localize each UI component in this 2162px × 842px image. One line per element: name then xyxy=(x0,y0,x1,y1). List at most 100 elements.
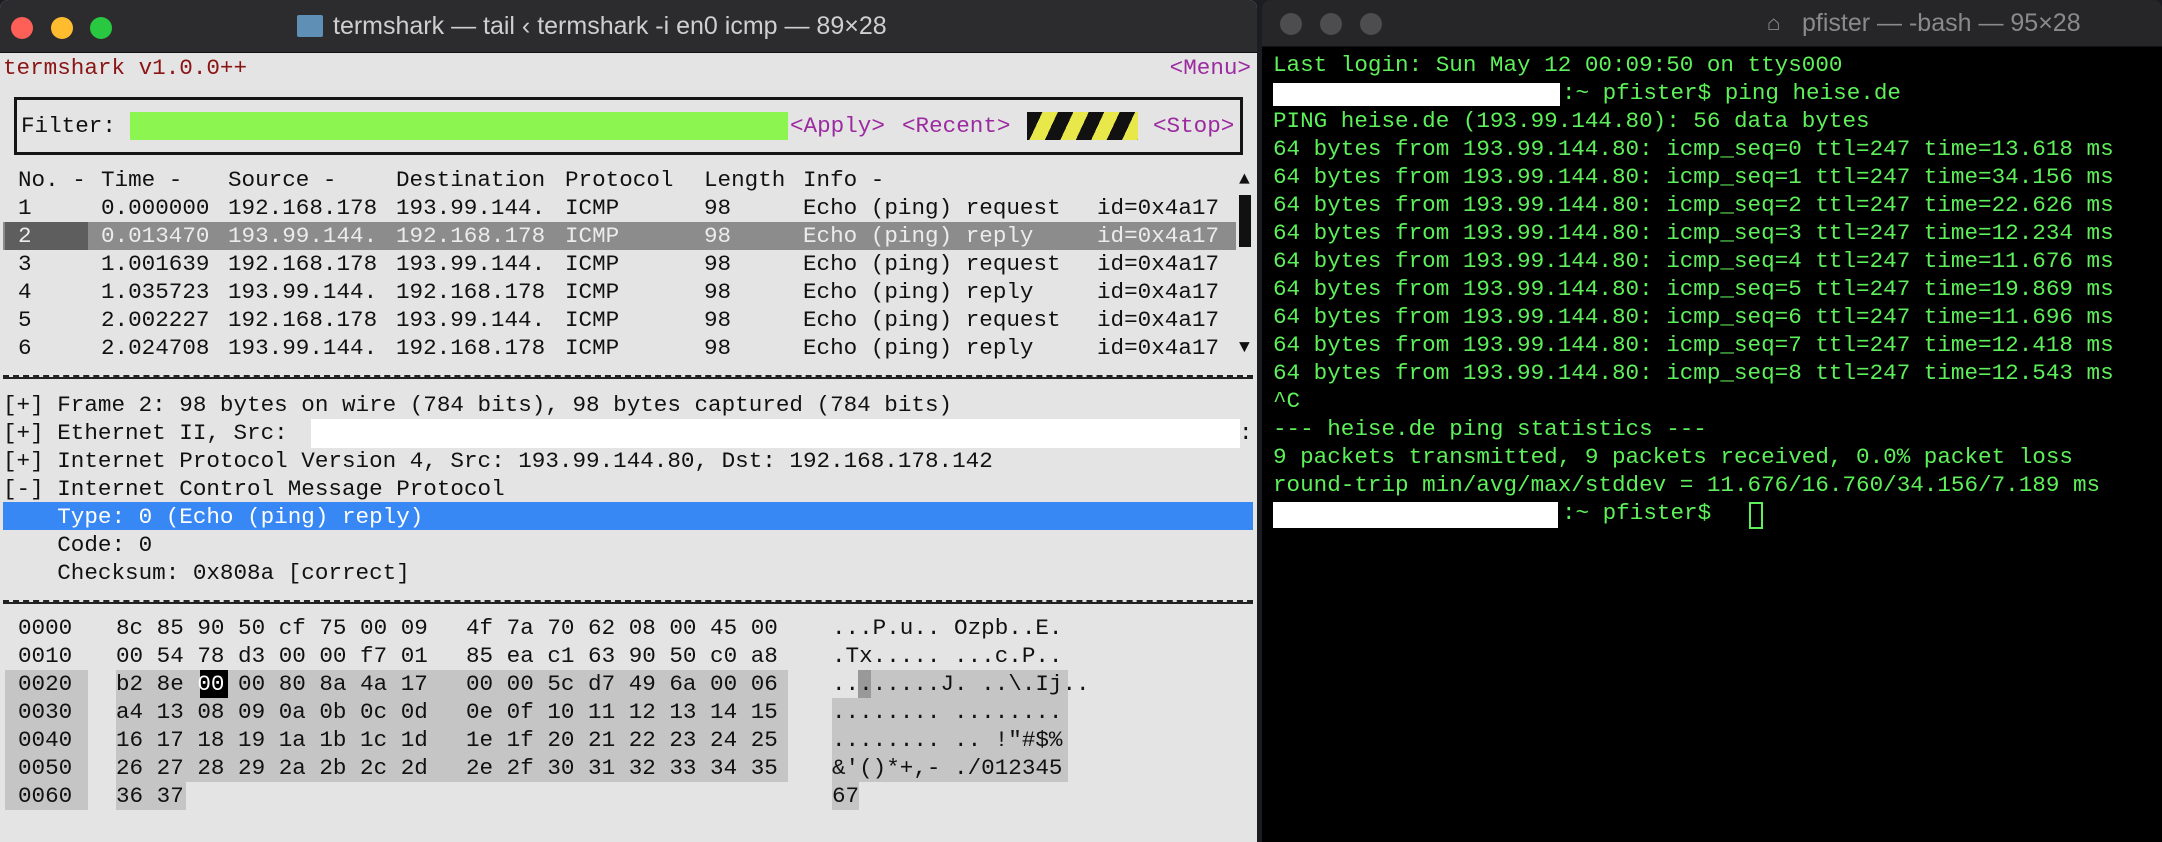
divider[interactable] xyxy=(3,375,1253,379)
packet-source: 193.99.144. xyxy=(228,335,378,361)
packet-protocol: ICMP xyxy=(565,223,620,249)
packet-row[interactable]: 5 2.002227 192.168.178 193.99.144. ICMP 98 Ech… xyxy=(3,306,1236,334)
close-button[interactable] xyxy=(1280,13,1302,35)
hex-bytes[interactable]: 2e 2f 30 31 32 33 34 35 xyxy=(466,754,778,782)
packet-destination: 193.99.144. xyxy=(396,251,546,277)
terminal-line: 64 bytes from 193.99.144.80: icmp_seq=0 … xyxy=(1273,136,2114,162)
detail-line[interactable]: [+] Frame 2: 98 bytes on wire (784 bits)… xyxy=(3,391,952,419)
detail-line[interactable]: Checksum: 0x808a [correct] xyxy=(3,559,410,587)
packet-row[interactable]: 2 0.013470 193.99.144. 192.168.178 ICMP 98 Ech… xyxy=(3,222,1236,250)
column-header[interactable]: Source - xyxy=(228,166,336,194)
packet-time: 0.013470 xyxy=(101,223,210,249)
text-cursor xyxy=(1749,502,1763,529)
hex-bytes[interactable]: 00 54 78 d3 00 00 f7 01 xyxy=(116,642,428,670)
packet-id: id=0x4a17 xyxy=(1097,251,1220,277)
filter-label: Filter: xyxy=(21,113,116,139)
terminal-line: 64 bytes from 193.99.144.80: icmp_seq=5 … xyxy=(1273,276,2114,302)
title-bar[interactable]: ⌂ pfister — -bash — 95×28 xyxy=(1262,0,2162,47)
hex-offset: 0050 xyxy=(18,755,73,781)
zoom-button[interactable] xyxy=(90,17,112,39)
column-header[interactable]: Length xyxy=(704,166,785,194)
hex-bytes[interactable]: a4 13 08 09 0a 0b 0c 0d xyxy=(116,698,428,726)
packet-destination: 193.99.144. xyxy=(396,195,546,221)
packet-row[interactable]: 4 1.035723 193.99.144. 192.168.178 ICMP 98 Ech… xyxy=(3,278,1236,306)
window-title: termshark — tail ‹ termshark -i en0 icmp… xyxy=(333,12,887,40)
hex-bytes[interactable]: b2 8e 00 00 80 8a 4a 17 xyxy=(116,670,428,698)
packet-no: 6 xyxy=(18,335,32,361)
column-header[interactable]: Info - xyxy=(803,166,884,194)
hex-bytes[interactable]: 16 17 18 19 1a 1b 1c 1d xyxy=(116,726,428,754)
hex-offset: 0000 xyxy=(18,615,73,641)
packet-id: id=0x4a17 xyxy=(1097,279,1220,305)
packet-source: 192.168.178 xyxy=(228,307,378,333)
detail-line[interactable]: Type: 0 (Echo (ping) reply) xyxy=(3,503,423,531)
hex-ascii[interactable]: ...P.u.. Ozpb..E. xyxy=(832,614,1063,642)
column-header[interactable]: No. - xyxy=(18,166,86,194)
scrollbar-thumb[interactable] xyxy=(1239,195,1251,247)
minimize-button[interactable] xyxy=(1320,13,1342,35)
hex-offset: 0010 xyxy=(18,643,73,669)
detail-line[interactable]: [+] Internet Protocol Version 4, Src: 19… xyxy=(3,447,993,475)
packet-length: 98 xyxy=(704,251,732,277)
packet-id: id=0x4a17 xyxy=(1097,195,1220,221)
app-name: termshark v1.0.0++ xyxy=(3,55,248,81)
packet-time: 2.024708 xyxy=(101,335,210,361)
column-header[interactable]: Destination xyxy=(396,166,545,194)
minimize-button[interactable] xyxy=(51,17,73,39)
redacted-hostname xyxy=(1273,83,1560,106)
hex-bytes[interactable]: 1e 1f 20 21 22 23 24 25 xyxy=(466,726,778,754)
close-button[interactable] xyxy=(11,17,33,39)
hex-bytes[interactable]: 4f 7a 70 62 08 00 45 00 xyxy=(466,614,778,642)
packet-row[interactable]: 1 0.000000 192.168.178 193.99.144. ICMP 98 Ech… xyxy=(3,194,1236,222)
scroll-down-icon[interactable]: ▼ xyxy=(1239,334,1250,362)
packet-no: 5 xyxy=(18,307,32,333)
hex-ascii[interactable]: .Tx..... ...c.P.. xyxy=(832,642,1063,670)
packet-time: 1.001639 xyxy=(101,251,210,277)
packet-time: 1.035723 xyxy=(101,279,210,305)
column-header[interactable]: Time - xyxy=(101,166,182,194)
hex-offset: 0030 xyxy=(18,699,73,725)
menu-button[interactable]: <Menu> xyxy=(1170,54,1251,82)
hex-bytes[interactable]: 0e 0f 10 11 12 13 14 15 xyxy=(466,698,778,726)
hex-bytes[interactable]: 36 37 xyxy=(116,782,184,810)
terminal-line: 64 bytes from 193.99.144.80: icmp_seq=8 … xyxy=(1273,360,2114,386)
redacted-hostname xyxy=(1273,502,1558,528)
folder-icon xyxy=(297,15,323,37)
filter-input[interactable] xyxy=(130,112,788,140)
detail-line[interactable]: [-] Internet Control Message Protocol xyxy=(3,475,505,503)
home-icon: ⌂ xyxy=(1767,12,1781,37)
hex-bytes[interactable]: 85 ea c1 63 90 50 c0 a8 xyxy=(466,642,778,670)
apply-button[interactable]: <Apply> xyxy=(790,112,885,140)
hex-ascii[interactable]: 67 xyxy=(832,782,859,810)
loading-spinner-icon xyxy=(1027,112,1138,140)
title-bar[interactable]: termshark — tail ‹ termshark -i en0 icmp… xyxy=(0,0,1257,53)
stop-button[interactable]: <Stop> xyxy=(1153,112,1234,140)
hex-ascii[interactable]: ........ ........ xyxy=(832,698,1063,726)
hex-bytes[interactable]: 8c 85 90 50 cf 75 00 09 xyxy=(116,614,428,642)
packet-no: 3 xyxy=(18,251,32,277)
packet-row[interactable]: 3 1.001639 192.168.178 193.99.144. ICMP 98 Ech… xyxy=(3,250,1236,278)
divider[interactable] xyxy=(3,600,1253,604)
hex-ascii[interactable]: &'()*+,- ./012345 xyxy=(832,754,1063,782)
scroll-up-icon[interactable]: ▲ xyxy=(1239,166,1250,194)
redacted-mac xyxy=(311,419,1240,448)
hex-ascii[interactable]: ........J. ..\.Ij.. xyxy=(832,670,1090,698)
packet-id: id=0x4a17 xyxy=(1097,223,1220,249)
hex-bytes[interactable]: 00 00 5c d7 49 6a 00 06 xyxy=(466,670,778,698)
packet-length: 98 xyxy=(704,279,732,305)
recent-button[interactable]: <Recent> xyxy=(902,112,1010,140)
packet-row[interactable]: 6 2.024708 193.99.144. 192.168.178 ICMP 98 Ech… xyxy=(3,334,1236,362)
packet-destination: 193.99.144. xyxy=(396,307,546,333)
packet-no: 1 xyxy=(18,195,32,221)
zoom-button[interactable] xyxy=(1360,13,1382,35)
detail-line[interactable]: Code: 0 xyxy=(3,531,152,559)
detail-line[interactable]: [+] Ethernet II, Src: xyxy=(3,419,288,447)
column-header[interactable]: Protocol xyxy=(565,166,673,194)
hex-bytes[interactable]: 26 27 28 29 2a 2b 2c 2d xyxy=(116,754,428,782)
packet-source: 192.168.178 xyxy=(228,251,378,277)
hex-ascii[interactable]: ........ .. !"#$% xyxy=(832,726,1063,754)
terminal-line: Last login: Sun May 12 00:09:50 on ttys0… xyxy=(1273,52,1843,78)
packet-info: Echo (ping) reply xyxy=(803,335,1034,361)
packet-length: 98 xyxy=(704,223,732,249)
packet-no: 2 xyxy=(18,223,32,249)
